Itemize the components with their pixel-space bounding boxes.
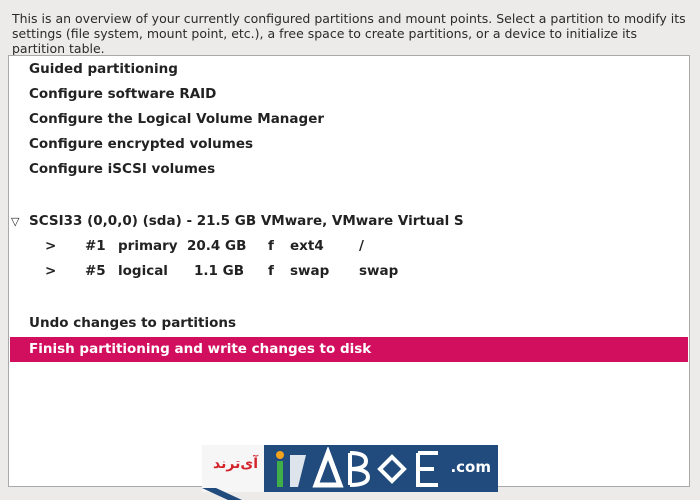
watermark-logo: آی‌ترند .com: [202, 445, 498, 492]
device-row-sda[interactable]: ▽ SCSI33 (0,0,0) (sda) - 21.5 GB VMware, …: [11, 209, 679, 234]
partition-format-flag: f: [268, 263, 274, 279]
menu-item-guided-partitioning[interactable]: Guided partitioning: [29, 57, 679, 82]
watermark-stripe-icon: [202, 488, 242, 500]
partition-arrow-icon: >: [45, 238, 57, 254]
watermark-left-text: آی‌ترند: [213, 456, 258, 472]
menu-item-lvm[interactable]: Configure the Logical Volume Manager: [29, 107, 679, 132]
partition-type: primary: [118, 238, 178, 254]
partition-arrow-icon: >: [45, 263, 57, 279]
partition-number: #1: [85, 238, 106, 254]
undo-changes-item[interactable]: Undo changes to partitions: [29, 311, 679, 336]
menu-item-label: Configure the Logical Volume Manager: [29, 111, 325, 127]
watermark-letters-icon: [276, 447, 438, 488]
finish-partitioning-label: Finish partitioning and write changes to…: [29, 341, 372, 357]
partition-filesystem: ext4: [290, 238, 324, 254]
watermark-right-text: .com: [450, 458, 491, 476]
undo-changes-label: Undo changes to partitions: [29, 315, 237, 331]
partition-size: 1.1 GB: [194, 263, 244, 279]
instructions-text: This is an overview of your currently co…: [12, 11, 686, 56]
menu-item-iscsi-volumes[interactable]: Configure iSCSI volumes: [29, 157, 679, 182]
partition-mount-point: swap: [359, 263, 399, 279]
partition-size: 20.4 GB: [187, 238, 247, 254]
partition-format-flag: f: [268, 238, 274, 254]
partition-row-5[interactable]: > #5 logical 1.1 GB f swap swap: [45, 259, 675, 284]
menu-item-label: Configure iSCSI volumes: [29, 161, 216, 177]
device-label: SCSI33 (0,0,0) (sda) - 21.5 GB VMware, V…: [29, 213, 464, 229]
partition-list[interactable]: Guided partitioning Configure software R…: [8, 55, 690, 487]
partition-type: logical: [118, 263, 168, 279]
partition-number: #5: [85, 263, 106, 279]
watermark-left-panel: آی‌ترند: [202, 445, 264, 492]
menu-item-label: Guided partitioning: [29, 61, 178, 77]
collapse-triangle-icon[interactable]: ▽: [11, 209, 29, 234]
watermark-right-panel: .com: [264, 445, 498, 492]
menu-item-encrypted-volumes[interactable]: Configure encrypted volumes: [29, 132, 679, 157]
menu-item-label: Configure encrypted volumes: [29, 136, 254, 152]
finish-partitioning-item[interactable]: Finish partitioning and write changes to…: [10, 337, 688, 362]
partition-row-1[interactable]: > #1 primary 20.4 GB f ext4 /: [45, 234, 675, 259]
menu-item-label: Configure software RAID: [29, 86, 217, 102]
menu-item-software-raid[interactable]: Configure software RAID: [29, 82, 679, 107]
partition-mount-point: /: [359, 238, 364, 254]
partition-filesystem: swap: [290, 263, 330, 279]
